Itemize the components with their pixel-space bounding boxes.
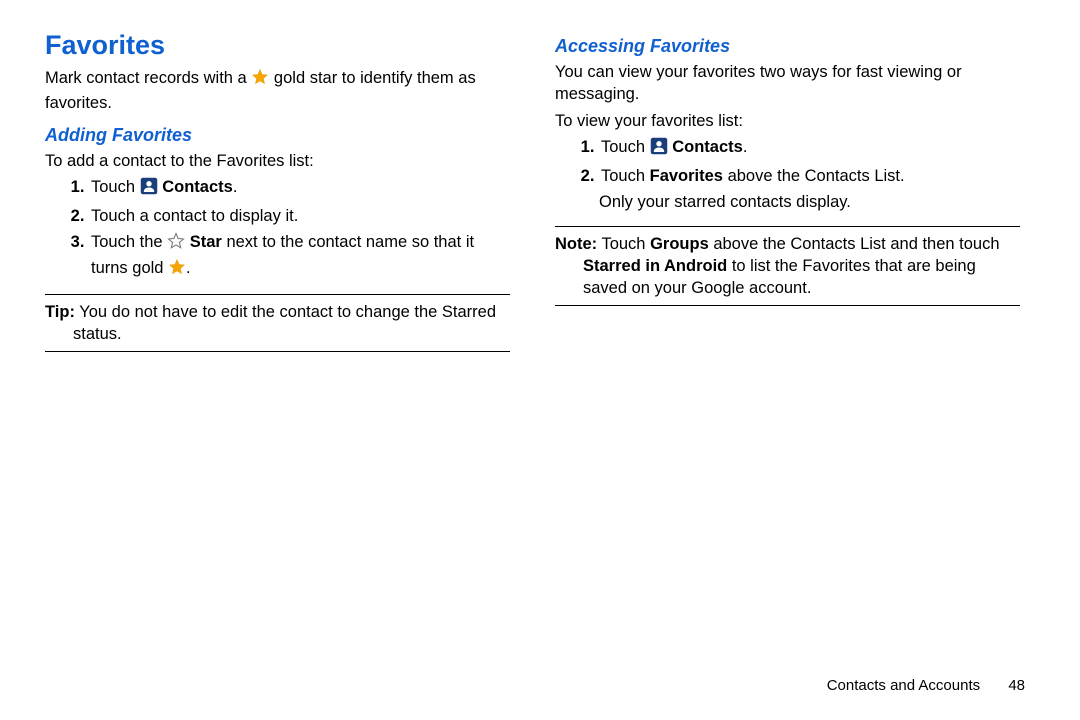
contacts-icon	[650, 137, 668, 161]
adding-lead: To add a contact to the Favorites list:	[45, 150, 510, 172]
accessing-step2-extra: Only your starred contacts display.	[599, 191, 1020, 213]
r-step2-b: Favorites	[650, 167, 723, 185]
note-label: Note:	[555, 235, 597, 253]
heading-adding-favorites: Adding Favorites	[45, 125, 510, 146]
intro-text-a: Mark contact records with a	[45, 69, 251, 87]
adding-steps-list: Touch Contacts. Touch a contact to displ…	[45, 176, 510, 282]
footer-section: Contacts and Accounts	[827, 677, 980, 694]
adding-step-3: Touch the Star next to the contact name …	[89, 231, 510, 282]
r-step2-a: Touch	[601, 167, 650, 185]
note-b: Groups	[650, 235, 709, 253]
right-column: Accessing Favorites You can view your fa…	[540, 30, 1035, 670]
step3-text-a: Touch the	[91, 233, 167, 251]
period: .	[233, 178, 238, 196]
heading-favorites: Favorites	[45, 30, 510, 61]
tip-body: You do not have to edit the contact to c…	[73, 303, 496, 343]
r-step1-a: Touch	[601, 138, 650, 156]
star-gold-icon	[168, 258, 186, 282]
note-box: Note: Touch Groups above the Contacts Li…	[555, 226, 1020, 307]
accessing-p1: You can view your favorites two ways for…	[555, 61, 1020, 106]
tip-text: Tip: You do not have to edit the contact…	[73, 301, 510, 346]
note-c: above the Contacts List and then touch	[709, 235, 1000, 253]
star-gold-icon	[251, 68, 269, 92]
manual-page: Favorites Mark contact records with a go…	[0, 0, 1080, 670]
adding-step-2: Touch a contact to display it.	[89, 205, 510, 227]
step1-text-b: Contacts	[162, 178, 233, 196]
star-outline-icon	[167, 232, 185, 256]
accessing-step-1: Touch Contacts.	[599, 136, 1020, 161]
accessing-steps-list: Touch Contacts. Touch Favorites above th…	[555, 136, 1020, 188]
contacts-icon	[140, 177, 158, 201]
period: .	[743, 138, 748, 156]
adding-step-1: Touch Contacts.	[89, 176, 510, 201]
note-text: Note: Touch Groups above the Contacts Li…	[583, 233, 1020, 300]
page-footer: Contacts and Accounts 48	[827, 677, 1025, 694]
accessing-step-2: Touch Favorites above the Contacts List.	[599, 165, 1020, 187]
tip-box: Tip: You do not have to edit the contact…	[45, 294, 510, 353]
note-a: Touch	[597, 235, 650, 253]
accessing-p2: To view your favorites list:	[555, 110, 1020, 132]
note-d: Starred in Android	[583, 257, 727, 275]
tip-label: Tip:	[45, 303, 75, 321]
heading-accessing-favorites: Accessing Favorites	[555, 36, 1020, 57]
period: .	[186, 259, 191, 277]
r-step2-c: above the Contacts List.	[723, 167, 905, 185]
intro-text: Mark contact records with a gold star to…	[45, 67, 510, 115]
left-column: Favorites Mark contact records with a go…	[45, 30, 540, 670]
step1-text-a: Touch	[91, 178, 140, 196]
r-step1-b: Contacts	[672, 138, 743, 156]
footer-page-number: 48	[1008, 677, 1025, 694]
step3-text-b: Star	[190, 233, 222, 251]
